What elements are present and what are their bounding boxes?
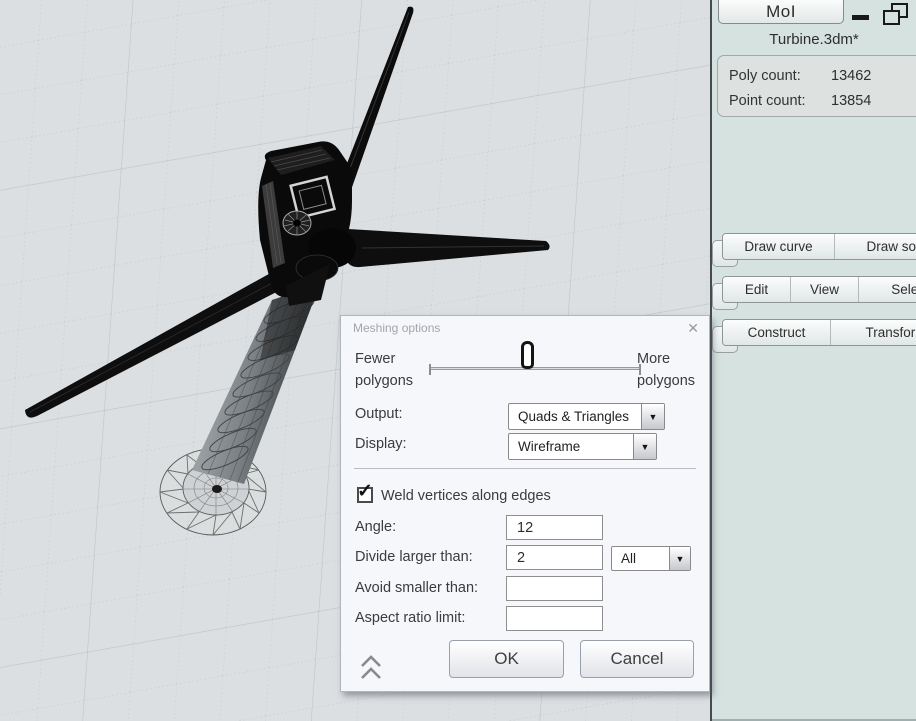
tab-view[interactable]: View [791, 277, 859, 302]
chevron-down-icon[interactable]: ▼ [633, 434, 656, 459]
output-dropdown-value: Quads & Triangles [518, 409, 630, 424]
close-icon[interactable]: ✕ [687, 320, 699, 337]
restore-front-square [883, 10, 900, 25]
meshing-options-dialog: Meshing options ✕ Fewer polygons More po… [340, 315, 710, 692]
avoid-smaller-label: Avoid smaller than: [355, 580, 479, 596]
document-filename: Turbine.3dm* [769, 31, 859, 48]
display-label: Display: [355, 436, 407, 452]
slider-left-label: Fewer polygons [355, 351, 414, 389]
slider-right-label: More polygons [637, 351, 696, 389]
polygon-density-slider-track[interactable] [429, 364, 641, 375]
polygon-density-slider-handle[interactable] [521, 341, 534, 369]
aspect-ratio-label: Aspect ratio limit: [355, 610, 466, 626]
aspect-ratio-input[interactable] [506, 606, 603, 631]
mesh-stats-box: Poly count: 13462 Point count: 13854 [717, 55, 916, 117]
divide-unit-dropdown[interactable]: All ▼ [611, 546, 691, 571]
slider-right-end-tick [639, 364, 641, 375]
point-count-value: 13854 [831, 92, 872, 109]
avoid-smaller-input[interactable] [506, 576, 603, 601]
output-label: Output: [355, 406, 403, 422]
chevron-down-icon[interactable]: ▼ [641, 404, 664, 429]
tab-select[interactable]: Select [859, 277, 916, 302]
slider-left-end-tick [429, 364, 431, 375]
weld-vertices-checkbox[interactable]: ✓ [357, 481, 373, 503]
app-menu-button[interactable]: MoI [718, 0, 844, 24]
tab-draw-curve[interactable]: Draw curve [723, 234, 835, 259]
restore-window-icon[interactable] [883, 3, 911, 27]
cancel-button[interactable]: Cancel [580, 640, 694, 678]
minimize-icon[interactable] [852, 15, 869, 20]
tab-edit[interactable]: Edit [723, 277, 791, 302]
poly-count-row: Poly count: 13462 [729, 63, 916, 88]
divide-larger-label: Divide larger than: [355, 549, 473, 565]
dialog-title: Meshing options [353, 321, 441, 335]
point-count-row: Point count: 13854 [729, 88, 916, 113]
turbine-nacelle-vent [282, 210, 312, 236]
angle-label: Angle: [355, 519, 397, 535]
poly-count-label: Poly count: [729, 67, 801, 84]
tab-draw-solid[interactable]: Draw solid [835, 234, 916, 259]
point-count-label: Point count: [729, 92, 806, 109]
angle-input[interactable] [506, 515, 603, 540]
ok-button[interactable]: OK [449, 640, 564, 678]
chevron-down-icon[interactable]: ▼ [669, 547, 690, 570]
divide-larger-input[interactable] [506, 545, 603, 570]
tab-transform[interactable]: Transform [831, 320, 916, 345]
dialog-separator [354, 468, 696, 469]
toolbar-row-draw: Draw curve Draw solid [722, 233, 916, 260]
tab-construct[interactable]: Construct [723, 320, 831, 345]
side-panel: MoI Turbine.3dm* Poly count: 13462 Point… [712, 0, 916, 721]
toolbar-row-construct: Construct Transform [722, 319, 916, 346]
toolbar-row-edit: Edit View Select [722, 276, 916, 303]
output-dropdown[interactable]: Quads & Triangles ▼ [508, 403, 665, 430]
checkmark-icon: ✓ [357, 481, 373, 502]
weld-vertices-label: Weld vertices along edges [381, 488, 551, 504]
display-dropdown[interactable]: Wireframe ▼ [508, 433, 657, 460]
divide-unit-value: All [621, 551, 637, 566]
collapse-chevron-icon[interactable] [359, 654, 383, 687]
app-window: MoI Turbine.3dm* Poly count: 13462 Point… [0, 0, 916, 721]
display-dropdown-value: Wireframe [518, 439, 581, 454]
poly-count-value: 13462 [831, 67, 872, 84]
